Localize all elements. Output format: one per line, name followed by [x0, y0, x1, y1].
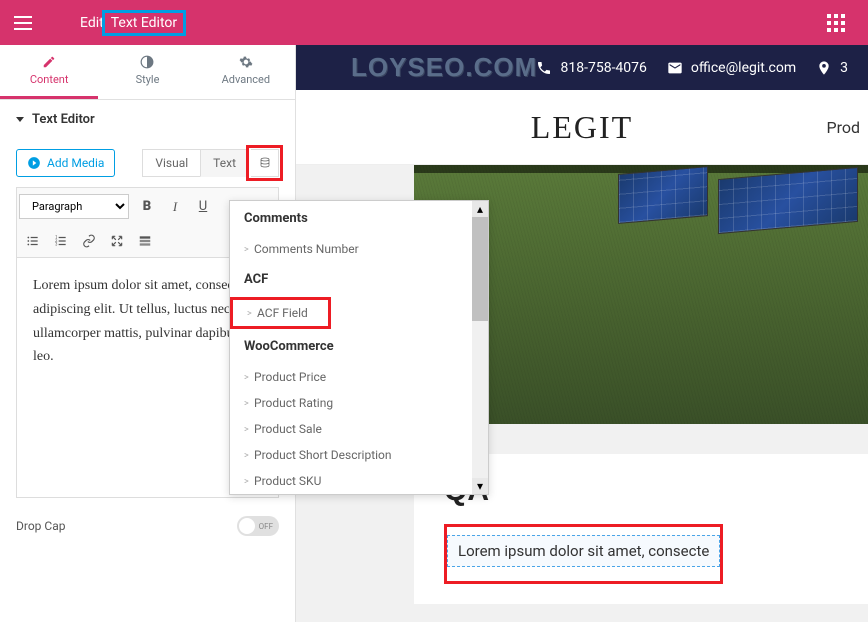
tab-content[interactable]: Content	[0, 45, 98, 99]
number-list-button[interactable]: 123	[49, 229, 73, 253]
phone-link[interactable]: 818-758-4076	[536, 60, 646, 76]
dropdown-item-woo[interactable]: Product Sale	[230, 416, 472, 442]
format-select[interactable]: Paragraph	[19, 194, 129, 219]
caret-down-icon	[16, 117, 24, 122]
scroll-up-icon[interactable]: ▴	[472, 201, 488, 217]
dropdown-item-woo[interactable]: Product Short Description	[230, 442, 472, 468]
dropdown-group-woo: WooCommerce	[230, 329, 472, 364]
dropdown-item-woo[interactable]: Product SKU	[230, 468, 472, 494]
scroll-down-icon[interactable]: ▾	[472, 478, 488, 494]
dropcap-label: Drop Cap	[16, 519, 65, 533]
menu-button[interactable]	[0, 0, 45, 45]
toolbar-toggle-button[interactable]	[133, 229, 157, 253]
dynamic-tags-dropdown: Comments Comments Number ACF ACF Field W…	[229, 200, 489, 495]
qa-highlight: Lorem ipsum dolor sit amet, consecte	[444, 524, 723, 584]
bold-button[interactable]: B	[135, 195, 159, 219]
dropdown-item-comments-number[interactable]: Comments Number	[230, 236, 472, 262]
editor-tab-text[interactable]: Text	[200, 149, 249, 177]
qa-heading: QA	[444, 474, 838, 508]
svg-text:3: 3	[55, 242, 58, 247]
pencil-icon	[42, 55, 56, 69]
dynamic-tags-button[interactable]	[251, 149, 279, 177]
italic-button[interactable]: I	[163, 195, 187, 219]
tab-advanced[interactable]: Advanced	[197, 45, 295, 99]
address-link[interactable]: 3	[816, 60, 848, 76]
title-widget: Text Editor	[102, 10, 186, 36]
underline-button[interactable]: U	[191, 195, 215, 219]
hamburger-icon	[14, 16, 32, 30]
dropdown-group-comments: Comments	[230, 201, 472, 236]
map-pin-icon	[816, 60, 832, 76]
section-toggle[interactable]: Text Editor	[0, 100, 295, 139]
dropcap-toggle[interactable]: OFF	[237, 516, 279, 536]
section-title: Text Editor	[32, 112, 95, 127]
watermark: LOYSEO.COM	[351, 52, 537, 83]
email-link[interactable]: office@legit.com	[667, 60, 796, 76]
media-icon	[27, 156, 41, 170]
dropdown-group-acf: ACF	[230, 262, 472, 297]
fullscreen-button[interactable]	[105, 229, 129, 253]
dropdown-item-acf-field[interactable]: ACF Field	[233, 300, 328, 326]
nav-products[interactable]: Prod	[826, 118, 860, 137]
panel-title: Edit Text Editor	[80, 10, 186, 36]
link-button[interactable]	[77, 229, 101, 253]
tab-style[interactable]: Style	[98, 45, 196, 99]
add-media-button[interactable]: Add Media	[16, 149, 115, 177]
dropdown-scrollbar[interactable]: ▴ ▾	[472, 201, 488, 494]
envelope-icon	[667, 60, 683, 76]
phone-icon	[536, 60, 552, 76]
apps-icon	[827, 14, 845, 32]
title-prefix: Edit	[80, 15, 104, 31]
dropdown-item-woo[interactable]: Product Price	[230, 364, 472, 390]
bullet-list-button[interactable]	[21, 229, 45, 253]
text-editor-widget[interactable]: Lorem ipsum dolor sit amet, consecte	[447, 535, 720, 567]
gear-icon	[239, 55, 253, 69]
apps-button[interactable]	[813, 0, 858, 45]
database-icon	[259, 156, 271, 170]
dropdown-item-woo[interactable]: Product Rating	[230, 390, 472, 416]
brand-logo[interactable]: LEGIT	[531, 109, 633, 146]
contrast-icon	[140, 55, 154, 69]
editor-tab-visual[interactable]: Visual	[142, 149, 200, 177]
